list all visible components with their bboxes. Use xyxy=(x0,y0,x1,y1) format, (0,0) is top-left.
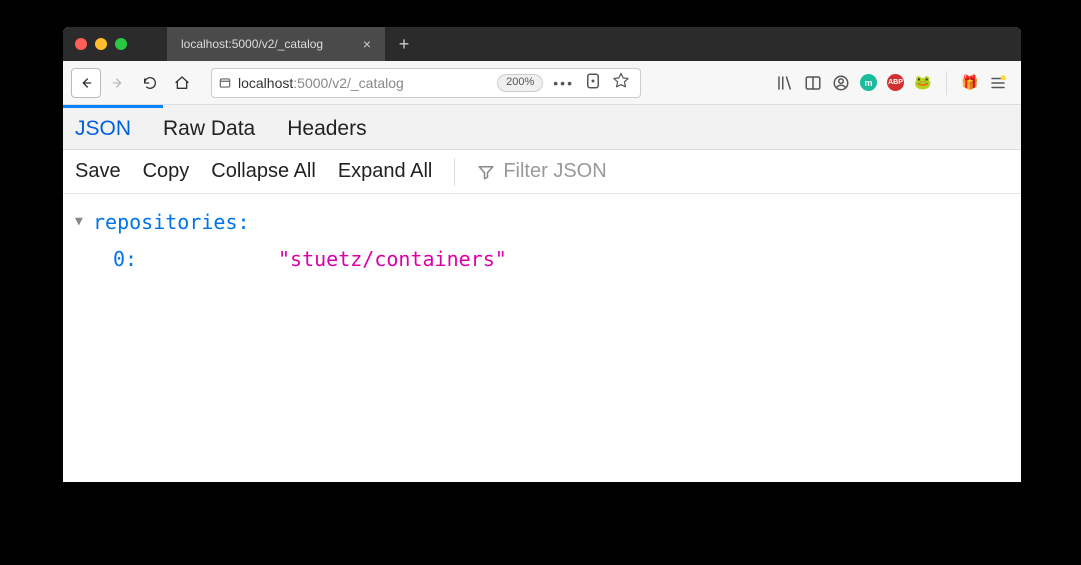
tab-raw-data[interactable]: Raw Data xyxy=(161,109,257,149)
reload-button[interactable] xyxy=(135,68,165,98)
extension-misc-icon[interactable]: 🐸 xyxy=(914,74,932,92)
titlebar: localhost:5000/v2/_catalog × + xyxy=(63,27,1021,61)
toolbar-separator xyxy=(946,71,947,95)
browser-tab[interactable]: localhost:5000/v2/_catalog × xyxy=(167,27,385,61)
extension-m-icon[interactable]: m xyxy=(860,74,877,91)
filter-input[interactable] xyxy=(503,160,803,183)
copy-button[interactable]: Copy xyxy=(143,160,190,183)
window-controls xyxy=(63,38,139,50)
home-icon xyxy=(174,75,190,91)
close-window-button[interactable] xyxy=(75,38,87,50)
page-actions-menu[interactable]: ••• xyxy=(553,75,574,91)
tab-json[interactable]: JSON xyxy=(73,109,133,149)
expand-all-button[interactable]: Expand All xyxy=(338,160,433,183)
minimize-window-button[interactable] xyxy=(95,38,107,50)
json-string-value: "stuetz/containers" xyxy=(278,241,507,278)
bookmark-star-icon[interactable] xyxy=(612,72,630,93)
maximize-window-button[interactable] xyxy=(115,38,127,50)
tab-title: localhost:5000/v2/_catalog xyxy=(181,37,323,51)
action-separator xyxy=(454,158,455,186)
reload-icon xyxy=(142,75,158,91)
tab-close-button[interactable]: × xyxy=(359,35,375,53)
address-bar[interactable]: localhost:5000/v2/_catalog 200% ••• xyxy=(211,68,641,98)
json-action-bar: Save Copy Collapse All Expand All xyxy=(63,150,1021,194)
reader-mode-icon[interactable] xyxy=(584,72,602,93)
json-row-item-0[interactable]: 0: "stuetz/containers" xyxy=(75,241,1009,278)
active-tab-indicator xyxy=(63,105,163,108)
collapse-all-button[interactable]: Collapse All xyxy=(211,160,316,183)
tab-headers[interactable]: Headers xyxy=(285,109,368,149)
forward-button[interactable] xyxy=(103,68,133,98)
back-button[interactable] xyxy=(71,68,101,98)
browser-window: localhost:5000/v2/_catalog × + localhost… xyxy=(63,27,1021,482)
home-button[interactable] xyxy=(167,68,197,98)
json-content: ▼ repositories: 0: "stuetz/containers" xyxy=(63,194,1021,288)
filter-icon xyxy=(477,163,495,181)
json-key: repositories: xyxy=(93,204,250,241)
filter-field[interactable] xyxy=(477,160,803,183)
account-icon[interactable] xyxy=(832,74,850,92)
extension-gift-icon[interactable]: 🎁 xyxy=(961,74,979,92)
library-icon[interactable] xyxy=(776,74,794,92)
url-toolbar: localhost:5000/v2/_catalog 200% ••• m AB… xyxy=(63,61,1021,105)
twisty-down-icon[interactable]: ▼ xyxy=(75,210,93,234)
hamburger-menu-icon[interactable] xyxy=(989,74,1007,92)
json-index: 0: xyxy=(113,241,278,278)
extension-abp-icon[interactable]: ABP xyxy=(887,74,904,91)
site-info-icon[interactable] xyxy=(218,76,232,90)
json-viewer-tabs: JSON Raw Data Headers xyxy=(63,105,1021,150)
new-tab-button[interactable]: + xyxy=(389,29,419,59)
url-path: :5000/v2/_catalog xyxy=(293,75,404,91)
json-row-repositories[interactable]: ▼ repositories: xyxy=(75,204,1009,241)
save-button[interactable]: Save xyxy=(75,160,121,183)
zoom-badge[interactable]: 200% xyxy=(497,74,543,92)
arrow-right-icon xyxy=(110,75,126,91)
url-host: localhost xyxy=(238,75,293,91)
sidebar-icon[interactable] xyxy=(804,74,822,92)
page-actions: ••• xyxy=(543,72,634,93)
arrow-left-icon xyxy=(78,75,94,91)
toolbar-extensions: m ABP 🐸 🎁 xyxy=(770,71,1013,95)
